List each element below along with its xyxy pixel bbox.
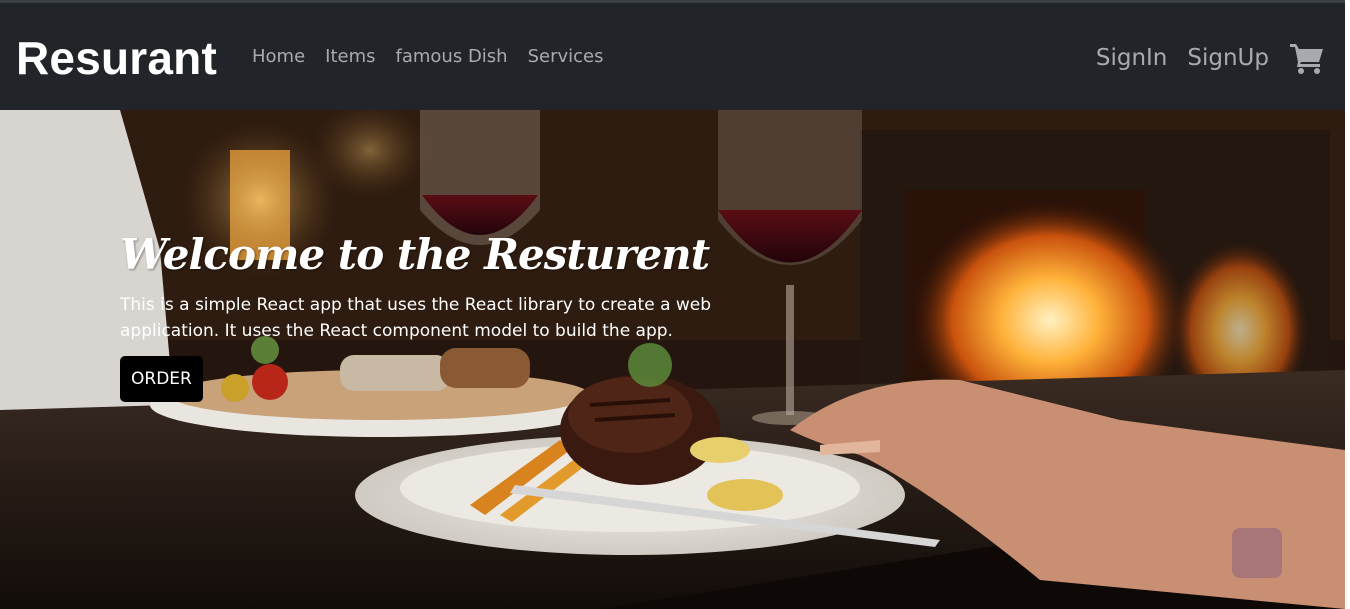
floating-chat-icon[interactable] [1232, 528, 1282, 578]
nav-link-items[interactable]: Items [325, 45, 375, 69]
hero-title: Welcome to the Resturent [120, 230, 710, 279]
brand-logo[interactable]: Resurant [16, 31, 217, 85]
page: Resurant Home Items famous Dish Services… [0, 0, 1350, 609]
nav-right: SignIn SignUp [1096, 41, 1325, 75]
signup-link[interactable]: SignUp [1187, 42, 1269, 74]
navbar: Resurant Home Items famous Dish Services… [0, 3, 1345, 110]
hero-description: This is a simple React app that uses the… [120, 295, 712, 341]
hero-section: Welcome to the Resturent This is a simpl… [0, 110, 1345, 609]
shopping-cart-icon[interactable] [1289, 41, 1325, 75]
order-button[interactable]: ORDER [120, 356, 203, 402]
nav-link-famous-dish[interactable]: famous Dish [396, 45, 508, 69]
nav-link-home[interactable]: Home [252, 45, 305, 69]
signin-link[interactable]: SignIn [1096, 42, 1168, 74]
nav-link-services[interactable]: Services [528, 45, 604, 69]
nav-links: Home Items famous Dish Services [252, 45, 604, 69]
right-edge [1345, 0, 1350, 609]
